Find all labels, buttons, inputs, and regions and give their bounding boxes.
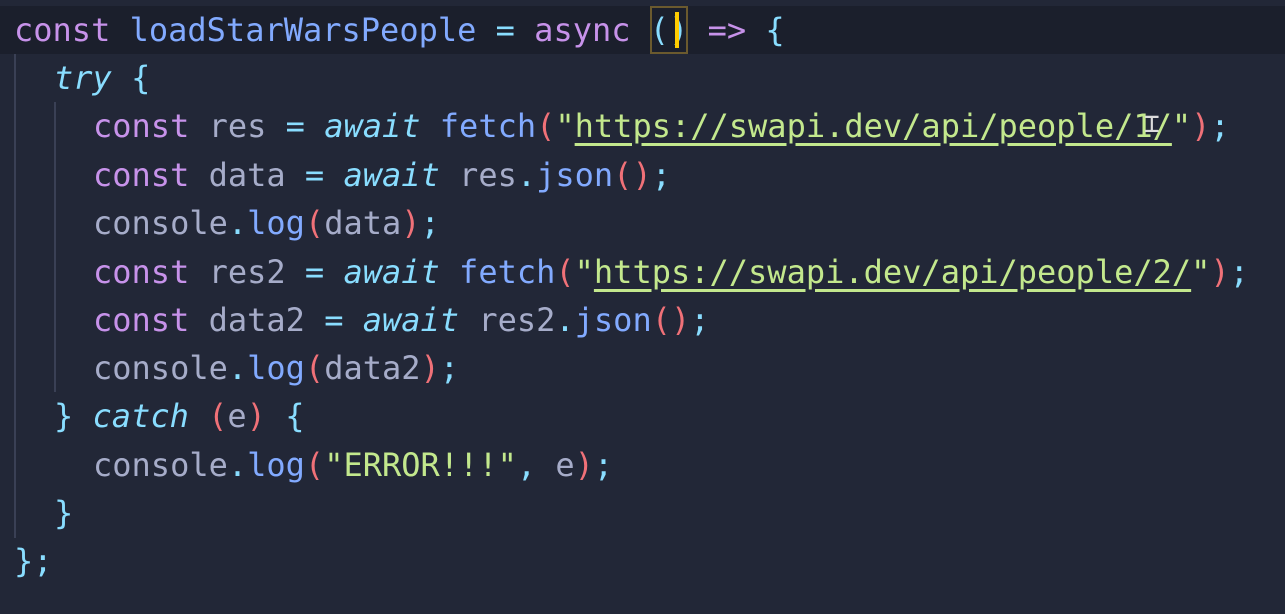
code-line-5[interactable]: console.log(data); — [0, 199, 1285, 247]
argument-data: data — [324, 204, 402, 242]
code-line-8[interactable]: console.log(data2); — [0, 344, 1285, 392]
keyword-const: const — [14, 11, 111, 49]
method-log: log — [247, 204, 305, 242]
keyword-const: const — [93, 107, 190, 145]
call-parens: () — [651, 301, 691, 339]
close-paren: ) — [1191, 107, 1211, 145]
open-paren: ( — [649, 11, 670, 49]
close-paren: ) — [1210, 253, 1230, 291]
variable-res: res — [208, 107, 267, 145]
semicolon: ; — [1229, 253, 1249, 291]
code-line-7[interactable]: const data2 = await res2.json(); — [0, 296, 1285, 344]
method-json: json — [536, 156, 614, 194]
semicolon: ; — [593, 446, 614, 484]
matched-brackets: () — [649, 6, 689, 54]
operator-equals: = — [324, 301, 344, 339]
semicolon: ; — [690, 301, 710, 339]
dot: . — [227, 349, 248, 387]
variable-res2: res2 — [208, 253, 286, 291]
operator-equals: = — [304, 156, 325, 194]
code-line-11[interactable]: } — [0, 489, 1285, 537]
object-res: res — [459, 156, 517, 194]
code-line-6[interactable]: const res2 = await fetch("https://swapi.… — [0, 248, 1285, 296]
keyword-async: async — [534, 11, 631, 49]
method-log: log — [247, 349, 305, 387]
function-fetch: fetch — [459, 253, 556, 291]
url-link[interactable]: https://swapi.dev/api/people/1/ — [575, 107, 1172, 145]
ibeam-cursor-icon: ⌶ — [1144, 109, 1160, 139]
quote: " — [555, 107, 575, 145]
open-paren: ( — [536, 107, 556, 145]
keyword-try: try — [54, 59, 112, 97]
object-console: console — [93, 349, 228, 387]
dot: . — [555, 301, 575, 339]
quote: " — [574, 253, 594, 291]
keyword-const: const — [93, 156, 190, 194]
code-line-12[interactable]: }; — [0, 537, 1285, 585]
quote: " — [1191, 253, 1211, 291]
keyword-await: await — [324, 107, 421, 145]
url-link[interactable]: https://swapi.dev/api/people/2/ — [594, 253, 1191, 291]
open-paren: ( — [555, 253, 575, 291]
open-brace: { — [285, 397, 305, 435]
open-paren: ( — [208, 397, 228, 435]
open-paren: ( — [304, 204, 325, 242]
function-name: loadStarWarsPeople — [129, 11, 477, 49]
call-parens: () — [613, 156, 652, 194]
variable-data: data — [208, 156, 286, 194]
argument-e: e — [227, 397, 247, 435]
close-paren: ) — [574, 446, 594, 484]
quote: " — [1171, 107, 1192, 145]
code-editor[interactable]: const loadStarWarsPeople = async () => {… — [0, 0, 1285, 614]
close-brace: } — [14, 542, 34, 580]
open-paren: ( — [304, 349, 325, 387]
dot: . — [227, 446, 248, 484]
arrow-operator: => — [707, 11, 747, 49]
dot: . — [516, 156, 537, 194]
function-fetch: fetch — [439, 107, 537, 145]
operator-equals: = — [495, 11, 515, 49]
semicolon: ; — [651, 156, 671, 194]
code-line-3[interactable]: const res = await fetch("https://swapi.d… — [0, 102, 1285, 150]
semicolon: ; — [420, 204, 440, 242]
code-line-2[interactable]: try { — [0, 54, 1285, 102]
keyword-const: const — [93, 253, 190, 291]
text-cursor — [675, 12, 679, 48]
method-log: log — [247, 446, 305, 484]
variable-data2: data2 — [208, 301, 305, 339]
semicolon: ; — [33, 542, 53, 580]
argument-data2: data2 — [324, 349, 421, 387]
close-paren: ) — [246, 397, 266, 435]
operator-equals: = — [285, 107, 305, 145]
object-res2: res2 — [478, 301, 556, 339]
close-brace: } — [54, 494, 74, 532]
semicolon: ; — [439, 349, 460, 387]
argument-e: e — [555, 446, 575, 484]
object-console: console — [93, 204, 228, 242]
open-paren: ( — [304, 446, 325, 484]
operator-equals: = — [304, 253, 325, 291]
keyword-await: await — [362, 301, 460, 339]
close-paren: ) — [420, 349, 440, 387]
keyword-catch: catch — [92, 397, 189, 435]
code-line-10[interactable]: console.log("ERROR!!!", e); — [0, 441, 1285, 489]
keyword-await: await — [343, 253, 440, 291]
string-error: "ERROR!!!" — [324, 446, 517, 484]
keyword-const: const — [93, 301, 190, 339]
code-line-4[interactable]: const data = await res.json(); — [0, 151, 1285, 199]
dot: . — [227, 204, 248, 242]
open-brace: { — [765, 11, 785, 49]
method-json: json — [574, 301, 652, 339]
code-line-1[interactable]: const loadStarWarsPeople = async () => { — [0, 6, 1285, 54]
close-brace: } — [54, 397, 74, 435]
keyword-await: await — [343, 156, 440, 194]
object-console: console — [93, 446, 228, 484]
code-line-9[interactable]: } catch (e) { — [0, 392, 1285, 440]
semicolon: ; — [1210, 107, 1230, 145]
open-brace: { — [131, 59, 151, 97]
close-paren: ) — [401, 204, 421, 242]
comma: , — [516, 446, 537, 484]
